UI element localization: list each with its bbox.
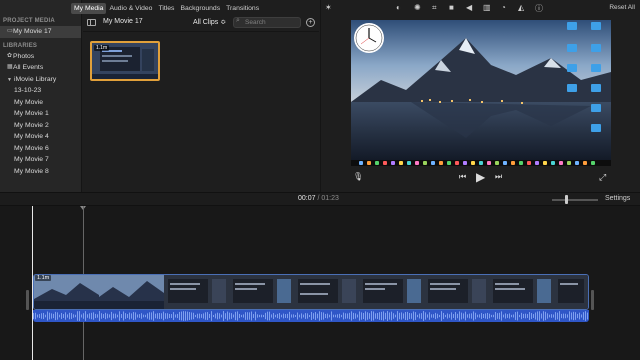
play-icon[interactable]: ▶ xyxy=(476,170,485,184)
playback-controls: 🎙 ⏮ ▶ ⏭ ⤢ xyxy=(321,170,640,188)
event-label: My Movie 1 xyxy=(14,110,49,117)
media-tabs: My Media Audio & Video Titles Background… xyxy=(71,3,262,14)
timecode-display: 00:07 / 01:23 xyxy=(298,195,339,202)
sidebar-item-event[interactable]: My Movie xyxy=(0,97,81,109)
event-label: My Movie 6 xyxy=(14,144,49,152)
sidebar-item-library[interactable]: ▼ iMovie Library xyxy=(0,74,81,86)
sidebar-item-label: All Events xyxy=(13,64,44,71)
settings-button[interactable]: Settings xyxy=(605,195,630,202)
photos-icon: ✿ xyxy=(7,52,13,59)
video-filmstrip[interactable] xyxy=(33,274,589,310)
sidebar-item-project[interactable]: ▭ My Movie 17 xyxy=(0,26,81,38)
color-balance-icon[interactable]: ◐ xyxy=(396,3,401,12)
video-clip[interactable]: 1.1m xyxy=(33,274,589,322)
color-palette-icon[interactable]: ✺ xyxy=(414,3,421,12)
filmstrip-frame xyxy=(489,275,554,309)
crop-icon[interactable]: ⌗ xyxy=(432,3,437,13)
timeline-right-edge-handle[interactable] xyxy=(591,290,594,310)
sidebar-item-label: iMovie Library xyxy=(13,75,57,83)
sidebar-toggle-icon[interactable] xyxy=(87,19,96,26)
search-input[interactable]: Search xyxy=(233,17,301,28)
skip-forward-icon[interactable]: ⏭ xyxy=(495,172,502,182)
sidebar-item-all-events[interactable]: ▦ All Events xyxy=(0,62,81,74)
project-media-heading: PROJECT MEDIA xyxy=(3,18,55,24)
search-icon: ⌕ xyxy=(236,17,240,24)
total-time: 01:23 xyxy=(321,195,339,202)
clip-duration-label: 1.1m xyxy=(35,275,52,281)
time-separator: / xyxy=(317,195,320,202)
event-label: My Movie 2 xyxy=(14,121,49,129)
sidebar-item-photos[interactable]: ✿ Photos xyxy=(0,51,81,63)
reset-all-button[interactable]: Reset All xyxy=(609,4,635,11)
zoom-slider[interactable] xyxy=(552,199,598,201)
speed-icon[interactable]: ◔ xyxy=(501,3,506,12)
filmstrip-frame xyxy=(229,275,294,309)
timeline-left-edge-handle[interactable] xyxy=(26,290,29,310)
filmstrip-frame xyxy=(164,275,229,309)
filmstrip-frame xyxy=(294,275,359,309)
sidebar-item-event[interactable]: My Movie 7 xyxy=(0,154,81,166)
clip-duration-badge: 1.1m xyxy=(94,45,110,51)
sidebar-item-event[interactable]: My Movie 1 xyxy=(0,108,81,120)
add-button[interactable]: + xyxy=(306,18,315,27)
event-label: My Movie 7 xyxy=(14,156,49,163)
event-label: 13-10-23 xyxy=(14,87,42,94)
viewer-toolbar: ✶ ◐ ✺ ⌗ ■ ◀ ▥ ◔ ◭ ⓘ Reset All xyxy=(321,0,640,16)
clip-thumbnail[interactable]: 1.1m xyxy=(90,41,160,81)
libraries-heading: LIBRARIES xyxy=(3,42,38,49)
desktop-preview-image xyxy=(351,20,611,166)
skip-back-icon[interactable]: ⏮ xyxy=(459,172,466,182)
filmstrip-frame xyxy=(424,275,489,309)
filmstrip-frame xyxy=(554,275,588,309)
tab-transitions[interactable]: Transitions xyxy=(223,3,262,14)
tab-audio-video[interactable]: Audio & Video xyxy=(106,3,155,14)
waveform-graphic xyxy=(33,311,588,321)
sidebar-item-event[interactable]: My Movie 6 xyxy=(0,143,81,155)
sidebar-item-label: Photos xyxy=(13,52,35,60)
tab-backgrounds[interactable]: Backgrounds xyxy=(177,3,223,14)
film-icon: ▭ xyxy=(7,28,13,34)
stabilization-icon[interactable]: ■ xyxy=(449,3,454,12)
event-label: My Movie 4 xyxy=(14,133,49,140)
sidebar-item-event[interactable]: My Movie 4 xyxy=(0,131,81,143)
viewer-panel: ✶ ◐ ✺ ⌗ ■ ◀ ▥ ◔ ◭ ⓘ Reset All 🎙 ⏮ ▶ ⏭ ⤢ xyxy=(320,0,640,192)
browser-title: My Movie 17 xyxy=(103,18,143,25)
libraries-sidebar: PROJECT MEDIA ▭ My Movie 17 LIBRARIES ✿ … xyxy=(0,0,82,192)
sidebar-item-event[interactable]: 13-10-23 xyxy=(0,85,81,97)
timeline[interactable]: 1.1m xyxy=(0,206,640,360)
grid-icon: ▦ xyxy=(7,64,13,70)
media-browser-area: PROJECT MEDIA ▭ My Movie 17 LIBRARIES ✿ … xyxy=(0,0,640,192)
video-preview[interactable] xyxy=(351,20,611,166)
audio-waveform[interactable] xyxy=(33,310,589,322)
current-time: 00:07 xyxy=(298,195,316,202)
timeline-header: 00:07 / 01:23 Settings xyxy=(0,192,640,206)
event-label: My Movie 8 xyxy=(14,167,49,175)
browser-toolbar: My Movie 17 All Clips ≎ Search ⌕ + xyxy=(83,14,319,32)
filmstrip-frame xyxy=(359,275,424,309)
clips-filter-dropdown[interactable]: All Clips ≎ xyxy=(193,18,226,26)
sidebar-item-label: My Movie 17 xyxy=(13,28,52,35)
magic-wand-icon[interactable]: ✶ xyxy=(325,3,332,12)
equalizer-icon[interactable]: ▥ xyxy=(483,3,491,12)
tab-my-media[interactable]: My Media xyxy=(71,3,107,14)
noise-reduction-icon[interactable]: ◭ xyxy=(518,3,524,12)
tab-titles[interactable]: Titles xyxy=(155,3,177,14)
clip-browser: My Movie 17 All Clips ≎ Search ⌕ + 1.1m xyxy=(83,14,319,192)
event-label: My Movie xyxy=(14,98,44,106)
playhead[interactable] xyxy=(32,206,33,360)
fullscreen-icon[interactable]: ⤢ xyxy=(599,172,606,183)
filmstrip-frame xyxy=(99,275,164,309)
microphone-icon[interactable]: 🎙 xyxy=(353,172,363,181)
zoom-slider-knob[interactable] xyxy=(565,195,568,204)
sidebar-item-event[interactable]: My Movie 2 xyxy=(0,120,81,132)
sidebar-item-event[interactable]: My Movie 8 xyxy=(0,166,81,178)
info-icon[interactable]: ⓘ xyxy=(535,3,543,14)
volume-icon[interactable]: ◀ xyxy=(466,3,472,12)
